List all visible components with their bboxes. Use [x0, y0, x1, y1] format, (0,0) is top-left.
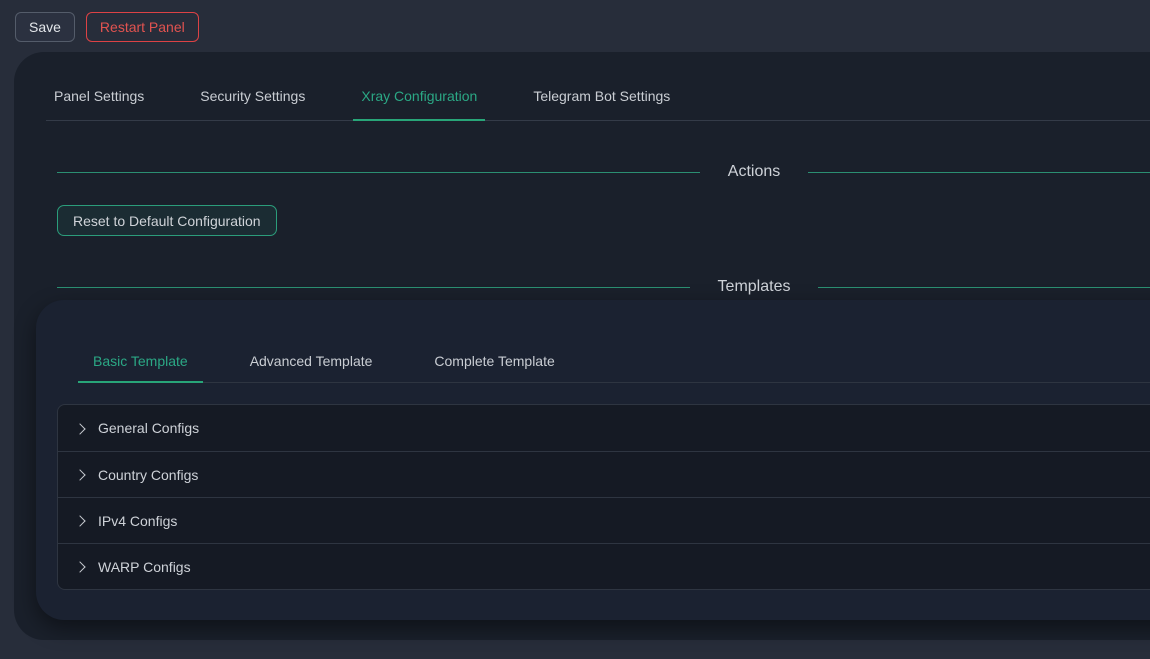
actions-divider: Actions — [57, 163, 1150, 181]
templates-card: Basic Template Advanced Template Complet… — [36, 300, 1150, 620]
collapse-item-ipv4-configs[interactable]: IPv4 Configs — [58, 497, 1150, 543]
settings-card: Panel Settings Security Settings Xray Co… — [14, 52, 1150, 640]
collapse-item-general-configs[interactable]: General Configs — [58, 405, 1150, 451]
topbar: Save Restart Panel — [0, 0, 1150, 53]
chevron-right-icon — [74, 515, 85, 526]
collapse-item-warp-configs[interactable]: WARP Configs — [58, 543, 1150, 589]
template-tabs: Basic Template Advanced Template Complet… — [78, 300, 1150, 383]
tab-complete-template[interactable]: Complete Template — [419, 353, 569, 382]
templates-title: Templates — [718, 278, 791, 296]
tab-telegram-bot-settings[interactable]: Telegram Bot Settings — [525, 88, 678, 120]
reset-default-config-button[interactable]: Reset to Default Configuration — [57, 205, 277, 236]
restart-panel-button[interactable]: Restart Panel — [86, 12, 199, 42]
templates-divider: Templates — [57, 278, 1150, 296]
tab-panel-settings[interactable]: Panel Settings — [46, 88, 152, 120]
settings-tabs: Panel Settings Security Settings Xray Co… — [46, 52, 1150, 121]
chevron-right-icon — [74, 469, 85, 480]
chevron-right-icon — [74, 561, 85, 572]
tab-xray-configuration[interactable]: Xray Configuration — [353, 88, 485, 120]
collapse-item-country-configs[interactable]: Country Configs — [58, 451, 1150, 497]
collapse-item-label: Country Configs — [98, 467, 198, 483]
tab-basic-template[interactable]: Basic Template — [78, 353, 203, 382]
tab-advanced-template[interactable]: Advanced Template — [235, 353, 388, 382]
actions-title: Actions — [728, 163, 780, 181]
chevron-right-icon — [74, 423, 85, 434]
tab-security-settings[interactable]: Security Settings — [192, 88, 313, 120]
config-collapse: General Configs Country Configs IPv4 Con… — [57, 404, 1150, 590]
collapse-item-label: WARP Configs — [98, 559, 191, 575]
collapse-item-label: IPv4 Configs — [98, 513, 177, 529]
collapse-item-label: General Configs — [98, 420, 199, 436]
save-button[interactable]: Save — [15, 12, 75, 42]
